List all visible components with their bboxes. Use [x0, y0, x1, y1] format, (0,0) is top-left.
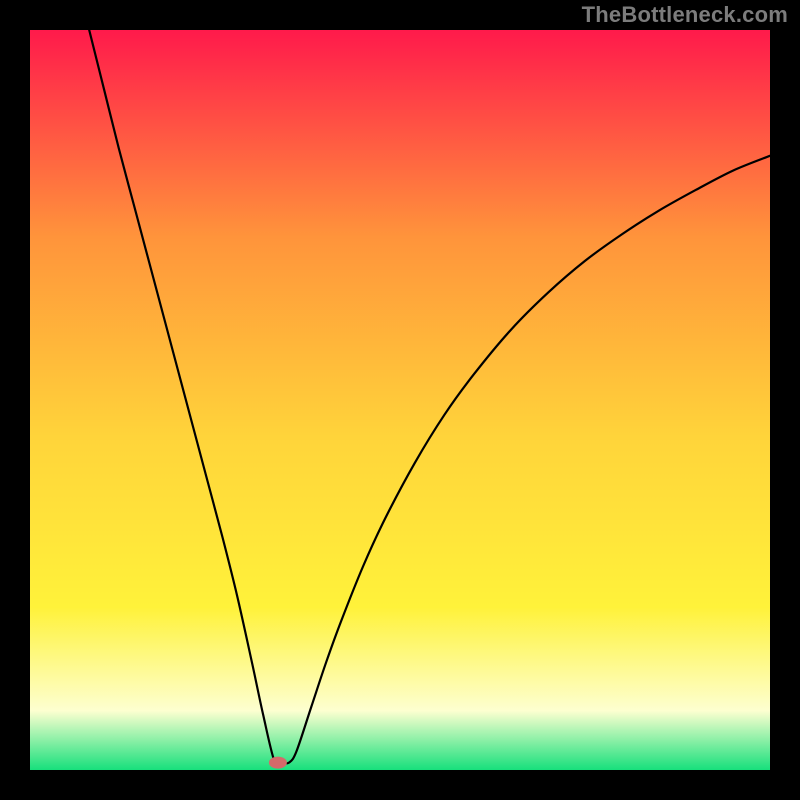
minimum-marker: [269, 757, 287, 769]
chart-frame: TheBottleneck.com: [0, 0, 800, 800]
bottleneck-chart: [30, 30, 770, 770]
chart-background: [30, 30, 770, 770]
watermark-text: TheBottleneck.com: [582, 2, 788, 28]
